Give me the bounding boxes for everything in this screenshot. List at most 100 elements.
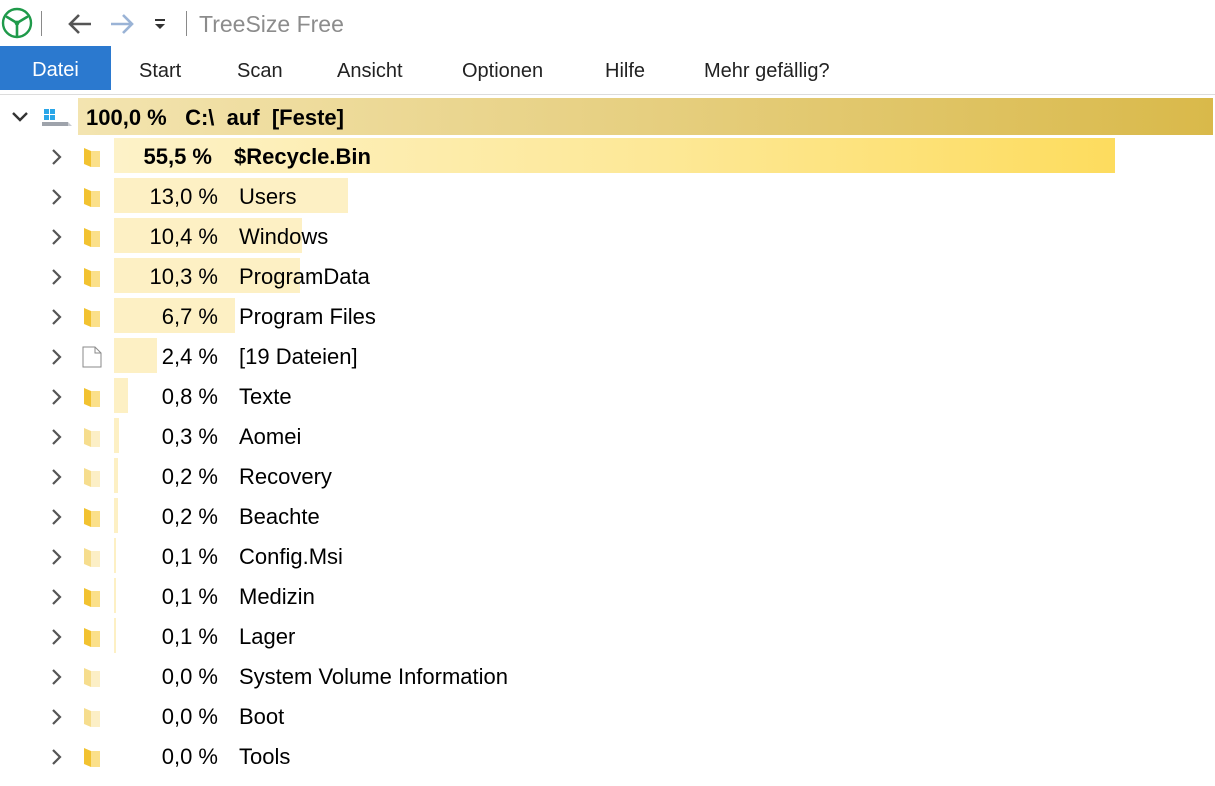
tree-row[interactable]: 2,4 % [19 Dateien]	[0, 337, 1215, 377]
size-percent: 2,4 %	[161, 344, 218, 369]
title-separator	[41, 11, 42, 36]
chevron-right-icon[interactable]	[47, 507, 67, 527]
size-percent: 0,0 %	[161, 744, 218, 769]
root-label: 100,0 % C:\ auf [Feste]	[86, 105, 344, 130]
tree-row[interactable]: 0,1 % Config.Msi	[0, 537, 1215, 577]
back-arrow-icon[interactable]	[65, 10, 95, 38]
size-percent: 0,1 %	[161, 544, 218, 569]
folder-icon	[84, 148, 100, 167]
size-percent: 0,2 %	[161, 464, 218, 489]
tree-row[interactable]: 6,7 % Program Files	[0, 297, 1215, 337]
folder-name: System Volume Information	[239, 664, 509, 689]
folder-icon	[84, 708, 100, 727]
size-bar	[114, 618, 116, 653]
folder-icon	[84, 308, 100, 327]
chevron-right-icon[interactable]	[47, 707, 67, 727]
folder-name: Lager	[239, 624, 296, 649]
folder-icon	[84, 268, 100, 287]
chevron-right-icon[interactable]	[47, 587, 67, 607]
folder-name: Windows	[239, 224, 329, 249]
chevron-right-icon[interactable]	[47, 667, 67, 687]
chevron-right-icon[interactable]	[47, 427, 67, 447]
folder-name: Users	[239, 184, 297, 209]
size-percent: 10,4 %	[149, 224, 219, 249]
chevron-right-icon[interactable]	[47, 467, 67, 487]
tree-row[interactable]: 0,0 % Tools	[0, 737, 1215, 777]
folder-icon	[84, 468, 100, 487]
folder-name: Recovery	[239, 464, 332, 489]
tree-row[interactable]: 0,3 % Aomei	[0, 417, 1215, 457]
folder-icon	[84, 228, 100, 247]
drive-icon	[42, 109, 72, 126]
folder-icon	[84, 548, 100, 567]
tree-row[interactable]: 55,5 % $Recycle.Bin	[0, 137, 1215, 177]
size-bar	[114, 418, 120, 453]
folder-icon	[84, 588, 100, 607]
folder-name: $Recycle.Bin	[234, 144, 371, 169]
size-percent: 0,1 %	[161, 584, 218, 609]
chevron-right-icon[interactable]	[47, 227, 67, 247]
folder-icon	[84, 748, 100, 767]
size-percent: 13,0 %	[149, 184, 219, 209]
tab-mehr-gefaellig[interactable]: Mehr gefällig?	[704, 46, 830, 90]
tree-row[interactable]: 0,1 % Medizin	[0, 577, 1215, 617]
chevron-right-icon[interactable]	[47, 747, 67, 767]
folder-name: ProgramData	[239, 264, 370, 289]
tree-row[interactable]: 0,0 % Boot	[0, 697, 1215, 737]
tree-row[interactable]: 0,2 % Recovery	[0, 457, 1215, 497]
folder-name: Config.Msi	[239, 544, 343, 569]
chevron-right-icon[interactable]	[47, 627, 67, 647]
chevron-right-icon[interactable]	[47, 267, 67, 287]
chevron-right-icon[interactable]	[47, 147, 67, 167]
folder-name: Medizin	[239, 584, 315, 609]
folder-icon	[84, 668, 100, 687]
tree-row[interactable]: 0,2 % Beachte	[0, 497, 1215, 537]
size-percent: 0,0 %	[161, 664, 218, 689]
folder-icon	[84, 188, 100, 207]
title-bar: TreeSize Free	[0, 0, 1215, 46]
tree-row[interactable]: 10,3 % ProgramData	[0, 257, 1215, 297]
tree-row[interactable]: 0,1 % Lager	[0, 617, 1215, 657]
tree-row[interactable]: 10,4 % Windows	[0, 217, 1215, 257]
tab-datei[interactable]: Datei	[0, 46, 111, 90]
quick-access-dropdown-icon[interactable]	[152, 15, 168, 33]
size-percent: 0,2 %	[161, 504, 218, 529]
app-title: TreeSize Free	[199, 11, 344, 37]
tab-optionen[interactable]: Optionen	[462, 46, 543, 90]
tree-row[interactable]: 13,0 % Users	[0, 177, 1215, 217]
folder-name: Tools	[239, 744, 291, 769]
folder-name: Aomei	[239, 424, 302, 449]
size-bar	[114, 578, 116, 613]
tab-start[interactable]: Start	[139, 46, 181, 90]
folder-name: Boot	[239, 704, 285, 729]
tab-ansicht[interactable]: Ansicht	[337, 46, 403, 90]
folder-icon	[84, 628, 100, 647]
size-percent: 0,1 %	[161, 624, 218, 649]
folder-name: Texte	[239, 384, 292, 409]
treesize-logo-icon[interactable]	[1, 7, 33, 39]
tree-row[interactable]: 0,8 % Texte	[0, 377, 1215, 417]
chevron-right-icon[interactable]	[47, 547, 67, 567]
folder-tree: 100,0 % C:\ auf [Feste] 55,5 % $Recycle.B…	[0, 97, 1215, 786]
size-percent: 10,3 %	[149, 264, 219, 289]
size-bar	[114, 458, 118, 493]
chevron-right-icon[interactable]	[47, 387, 67, 407]
folder-name: [19 Dateien]	[239, 344, 358, 369]
chevron-right-icon[interactable]	[47, 187, 67, 207]
tab-scan[interactable]: Scan	[237, 46, 283, 90]
chevron-down-icon[interactable]	[10, 107, 30, 127]
tab-hilfe[interactable]: Hilfe	[605, 46, 645, 90]
folder-name: Beachte	[239, 504, 320, 529]
size-bar	[114, 538, 116, 573]
size-percent: 0,0 %	[161, 704, 218, 729]
size-bar	[114, 498, 118, 533]
tree-root-row[interactable]: 100,0 % C:\ auf [Feste]	[0, 97, 1215, 137]
chevron-right-icon[interactable]	[47, 347, 67, 367]
file-icon	[82, 346, 102, 368]
chevron-right-icon[interactable]	[47, 307, 67, 327]
folder-icon	[84, 388, 100, 407]
tree-row[interactable]: 0,0 % System Volume Information	[0, 657, 1215, 697]
folder-icon	[84, 508, 100, 527]
forward-arrow-icon[interactable]	[107, 10, 137, 38]
size-percent: 0,3 %	[161, 424, 218, 449]
